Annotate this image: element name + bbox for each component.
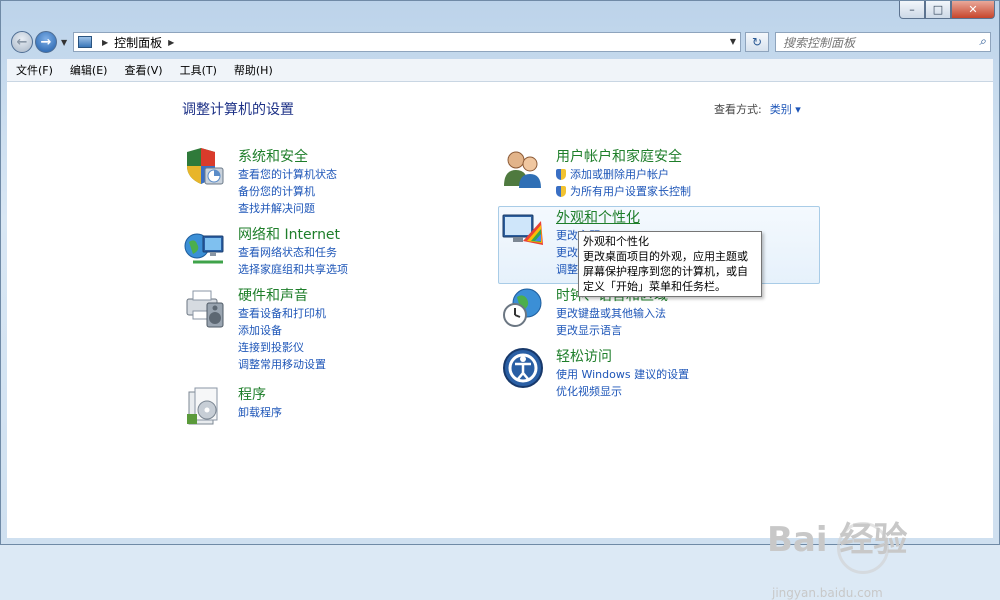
category-links: 查看您的计算机状态 备份您的计算机 查找并解决问题 xyxy=(238,166,337,217)
printer-speaker-icon xyxy=(186,290,224,328)
breadcrumb-separator[interactable]: ▶ xyxy=(168,38,174,47)
title-bar: – □ ✕ xyxy=(1,1,999,29)
category-links: 使用 Windows 建议的设置 优化视频显示 xyxy=(556,366,689,400)
uac-shield-icon xyxy=(556,169,566,180)
network-globe-icon xyxy=(184,233,224,264)
control-panel-icon xyxy=(78,36,92,48)
caption-buttons: – □ ✕ xyxy=(899,1,995,19)
navigation-bar: ← → ▼ ▶ 控制面板 ▶ ▼ ↻ ⌕ xyxy=(1,29,999,57)
link-troubleshoot[interactable]: 查找并解决问题 xyxy=(238,200,337,217)
link-connect-projector[interactable]: 连接到投影仪 xyxy=(238,339,326,356)
back-button[interactable]: ← xyxy=(11,31,33,53)
category-links: 添加或删除用户帐户 为所有用户设置家长控制 xyxy=(556,166,691,200)
link-text[interactable]: 为所有用户设置家长控制 xyxy=(570,183,691,200)
forward-arrow-icon: → xyxy=(40,34,52,50)
page-title: 调整计算机的设置 xyxy=(182,102,294,118)
refresh-button[interactable]: ↻ xyxy=(745,32,769,52)
category-title[interactable]: 硬件和声音 xyxy=(238,285,308,305)
display-palette-icon xyxy=(502,214,543,245)
watermark-url: jingyan.baidu.com xyxy=(772,586,883,600)
category-title[interactable]: 轻松访问 xyxy=(556,346,612,366)
menu-view[interactable]: 查看(V) xyxy=(115,62,170,78)
link-mobility-settings[interactable]: 调整常用移动设置 xyxy=(238,356,326,373)
users-icon xyxy=(504,151,541,188)
content-pane: 调整计算机的设置 查看方式: 类别 ▾ 系统和安全 查看您的计算机状态 备份您的计… xyxy=(7,82,993,600)
menu-edit[interactable]: 编辑(E) xyxy=(61,62,116,78)
menu-bar: 文件(F) 编辑(E) 查看(V) 工具(T) 帮助(H) xyxy=(7,59,993,82)
link-optimize-visual-display[interactable]: 优化视频显示 xyxy=(556,383,689,400)
search-icon[interactable]: ⌕ xyxy=(979,34,986,49)
program-box-icon xyxy=(187,387,218,425)
minimize-button[interactable]: – xyxy=(899,1,925,19)
category-title[interactable]: 用户帐户和家庭安全 xyxy=(556,146,682,166)
link-backup-computer[interactable]: 备份您的计算机 xyxy=(238,183,337,200)
ease-of-access-icon xyxy=(503,348,543,388)
view-by: 查看方式: 类别 ▾ xyxy=(714,101,801,117)
link-change-keyboard[interactable]: 更改键盘或其他输入法 xyxy=(556,305,666,322)
category-title[interactable]: 程序 xyxy=(238,384,266,404)
watermark: Bai 经验 xyxy=(767,520,908,560)
tooltip-title: 外观和个性化 xyxy=(583,235,649,248)
link-add-device[interactable]: 添加设备 xyxy=(238,322,326,339)
link-network-status[interactable]: 查看网络状态和任务 xyxy=(238,244,348,261)
shield-computer-icon xyxy=(187,148,224,185)
uac-shield-icon xyxy=(556,186,566,197)
category-title[interactable]: 网络和 Internet xyxy=(238,224,340,244)
link-add-remove-users[interactable]: 添加或删除用户帐户 xyxy=(556,166,691,183)
refresh-icon: ↻ xyxy=(751,35,763,49)
control-panel-window: – □ ✕ ← → ▼ ▶ 控制面板 ▶ ▼ ↻ ⌕ 文件(F) 编辑(E) 查… xyxy=(0,0,1000,600)
breadcrumb-control-panel[interactable]: 控制面板 xyxy=(114,34,162,51)
link-devices-printers[interactable]: 查看设备和打印机 xyxy=(238,305,326,322)
search-input[interactable] xyxy=(781,34,970,52)
category-links: 更改键盘或其他输入法 更改显示语言 xyxy=(556,305,666,339)
recent-pages-dropdown[interactable]: ▼ xyxy=(61,38,67,47)
menu-file[interactable]: 文件(F) xyxy=(7,62,61,78)
category-links: 查看网络状态和任务 选择家庭组和共享选项 xyxy=(238,244,348,278)
address-dropdown-icon[interactable]: ▼ xyxy=(730,37,736,46)
breadcrumb-separator[interactable]: ▶ xyxy=(102,38,108,47)
view-by-label: 查看方式: xyxy=(714,103,762,116)
category-links: 卸载程序 xyxy=(238,404,282,421)
link-uninstall-program[interactable]: 卸载程序 xyxy=(238,404,282,421)
maximize-button[interactable]: □ xyxy=(925,1,951,19)
forward-button[interactable]: → xyxy=(35,31,57,53)
menu-tools[interactable]: 工具(T) xyxy=(171,62,225,78)
tooltip: 外观和个性化 更改桌面项目的外观，应用主题或屏幕保护程序到您的计算机，或自定义「… xyxy=(578,231,762,297)
category-links: 查看设备和打印机 添加设备 连接到投影仪 调整常用移动设置 xyxy=(238,305,326,373)
menu-help[interactable]: 帮助(H) xyxy=(225,62,281,78)
link-homegroup-sharing[interactable]: 选择家庭组和共享选项 xyxy=(238,261,348,278)
category-title[interactable]: 系统和安全 xyxy=(238,146,308,166)
clock-globe-icon xyxy=(503,288,542,327)
link-parental-controls[interactable]: 为所有用户设置家长控制 xyxy=(556,183,691,200)
back-arrow-icon: ← xyxy=(16,34,28,50)
link-change-display-language[interactable]: 更改显示语言 xyxy=(556,322,666,339)
link-recommended-settings[interactable]: 使用 Windows 建议的设置 xyxy=(556,366,689,383)
category-title[interactable]: 外观和个性化 xyxy=(556,207,640,227)
search-box[interactable]: ⌕ xyxy=(775,32,991,52)
link-view-computer-status[interactable]: 查看您的计算机状态 xyxy=(238,166,337,183)
tooltip-body: 更改桌面项目的外观，应用主题或屏幕保护程序到您的计算机，或自定义「开始」菜单和任… xyxy=(583,250,748,293)
address-bar[interactable]: ▶ 控制面板 ▶ ▼ xyxy=(73,32,741,52)
close-button[interactable]: ✕ xyxy=(951,1,995,19)
view-by-dropdown[interactable]: 类别 ▾ xyxy=(770,103,801,116)
link-text[interactable]: 添加或删除用户帐户 xyxy=(570,166,669,183)
